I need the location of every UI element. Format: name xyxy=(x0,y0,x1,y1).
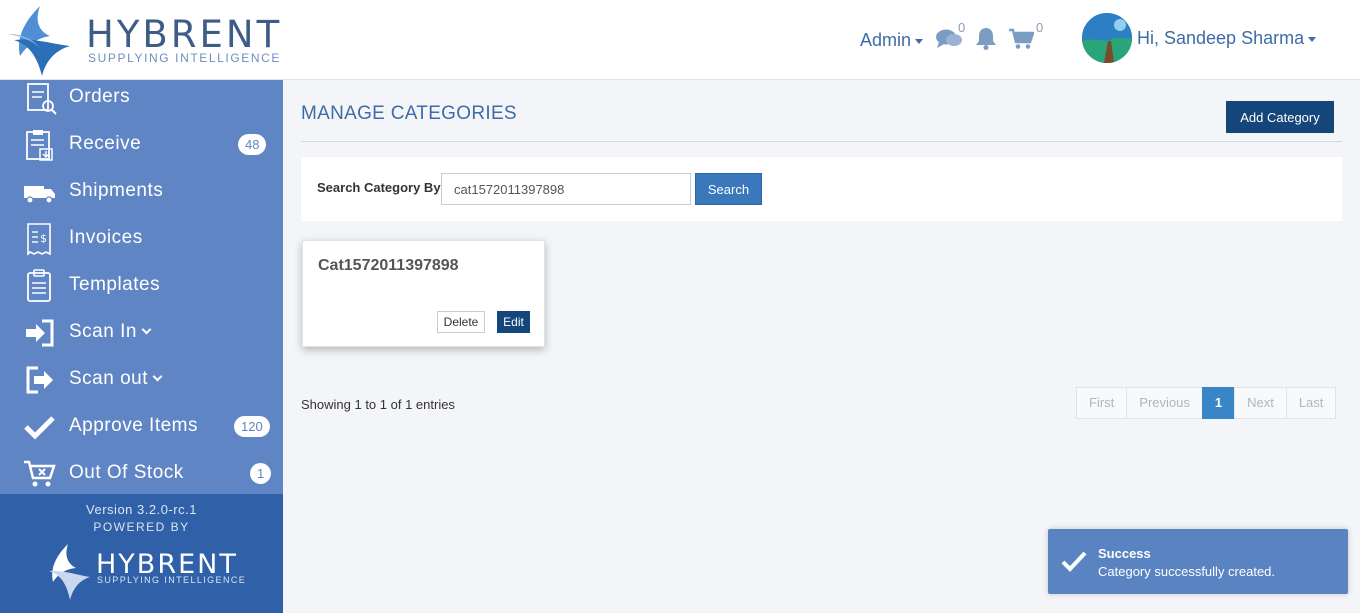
page-title: MANAGE CATEGORIES xyxy=(301,103,517,124)
svg-text:$: $ xyxy=(40,232,47,245)
sidebar-item-label: Shipments xyxy=(69,180,164,201)
truck-icon xyxy=(24,186,55,204)
chevron-down-icon xyxy=(915,38,924,44)
sidebar-item-label: Orders xyxy=(69,86,131,107)
pagination-last[interactable]: Last xyxy=(1285,387,1337,419)
version-text: Version 3.2.0-rc.1 xyxy=(86,502,197,517)
sidebar-item-orders[interactable]: Orders xyxy=(0,74,283,121)
toast-title: Success xyxy=(1098,546,1151,561)
top-header: HYBRENT SUPPLYING INTELLIGENCE Admin 0 0… xyxy=(0,0,1360,80)
invoice-icon: $ xyxy=(27,223,51,256)
footer-logo-subtitle: SUPPLYING INTELLIGENCE xyxy=(97,575,247,585)
sidebar-item-templates[interactable]: Templates xyxy=(0,262,283,309)
add-category-button[interactable]: Add Category xyxy=(1226,101,1334,133)
sign-out-icon xyxy=(26,366,53,394)
out-of-stock-count-badge: 1 xyxy=(250,463,272,484)
pagination-first[interactable]: First xyxy=(1076,387,1128,419)
approve-count-badge: 120 xyxy=(234,416,270,437)
sidebar-item-label: Receive xyxy=(69,133,142,154)
user-greeting: Hi, Sandeep Sharma xyxy=(1137,28,1305,48)
category-card: Cat1572011397898 Delete Edit xyxy=(302,240,545,347)
sidebar-item-label: Invoices xyxy=(69,227,143,248)
admin-dropdown[interactable]: Admin xyxy=(860,30,924,51)
sidebar: Orders Receive 48 Shipments $ Invoices T… xyxy=(0,80,283,613)
cart-icon xyxy=(24,460,56,487)
footer-logo-text: HYBRENT xyxy=(96,549,238,580)
footer-logo-mark-icon xyxy=(49,544,90,600)
admin-label: Admin xyxy=(860,30,912,50)
sidebar-item-receive[interactable]: Receive 48 xyxy=(0,121,283,168)
sidebar-item-label: Templates xyxy=(69,274,161,295)
sidebar-item-invoices[interactable]: $ Invoices xyxy=(0,215,283,262)
edit-button[interactable]: Edit xyxy=(497,311,530,333)
search-button[interactable]: Search xyxy=(695,173,762,205)
delete-button[interactable]: Delete xyxy=(437,311,485,333)
sidebar-item-label: Scan In xyxy=(69,321,152,343)
messages-count: 0 xyxy=(958,20,966,35)
hybrent-logo[interactable]: HYBRENT SUPPLYING INTELLIGENCE xyxy=(6,4,286,78)
receive-icon xyxy=(26,130,53,161)
cart-icon[interactable] xyxy=(1008,28,1034,50)
sidebar-item-label: Out Of Stock xyxy=(69,462,184,483)
title-divider xyxy=(301,141,1342,142)
sign-in-icon xyxy=(26,319,54,347)
pagination-previous[interactable]: Previous xyxy=(1126,387,1203,419)
user-menu[interactable]: Hi, Sandeep Sharma xyxy=(1137,28,1317,49)
logo-text: HYBRENT xyxy=(86,13,283,56)
search-panel: Search Category By Search xyxy=(301,157,1342,221)
powered-by-text: POWERED BY xyxy=(93,520,190,534)
toast-message: Category successfully created. xyxy=(1098,564,1276,579)
chevron-down-icon xyxy=(152,371,163,382)
receive-count-badge: 48 xyxy=(238,134,267,155)
search-label: Search Category By xyxy=(317,180,441,195)
chevron-down-icon xyxy=(1308,36,1317,42)
sidebar-item-scan-out[interactable]: Scan out xyxy=(0,356,283,403)
category-card-title: Cat1572011397898 xyxy=(318,257,459,274)
logo-subtitle: SUPPLYING INTELLIGENCE xyxy=(88,51,282,65)
avatar-image xyxy=(1082,13,1132,63)
search-input[interactable] xyxy=(441,173,691,205)
pagination-page-1[interactable]: 1 xyxy=(1201,387,1236,419)
check-icon xyxy=(24,416,55,440)
orders-icon xyxy=(27,83,57,115)
sidebar-item-scan-in[interactable]: Scan In xyxy=(0,309,283,356)
sidebar-item-out-of-stock[interactable]: Out Of Stock 1 xyxy=(0,450,283,497)
clipboard-icon xyxy=(27,269,51,302)
sidebar-item-label: Approve Items xyxy=(69,415,198,436)
pagination: First Previous 1 Next Last xyxy=(1076,387,1337,419)
chevron-down-icon xyxy=(141,324,152,335)
avatar[interactable] xyxy=(1082,13,1132,63)
pagination-next[interactable]: Next xyxy=(1234,387,1287,419)
success-toast[interactable]: Success Category successfully created. xyxy=(1048,529,1348,594)
sidebar-footer: Version 3.2.0-rc.1 POWERED BY HYBRENT SU… xyxy=(0,494,283,613)
cart-count: 0 xyxy=(1036,20,1044,35)
sidebar-item-shipments[interactable]: Shipments xyxy=(0,168,283,215)
check-icon xyxy=(1061,551,1087,572)
logo-mark-icon xyxy=(8,6,70,76)
entries-info: Showing 1 to 1 of 1 entries xyxy=(301,397,455,412)
sidebar-item-approve-items[interactable]: Approve Items 120 xyxy=(0,403,283,450)
bell-icon[interactable] xyxy=(975,26,997,50)
sidebar-item-label: Scan out xyxy=(69,368,163,390)
